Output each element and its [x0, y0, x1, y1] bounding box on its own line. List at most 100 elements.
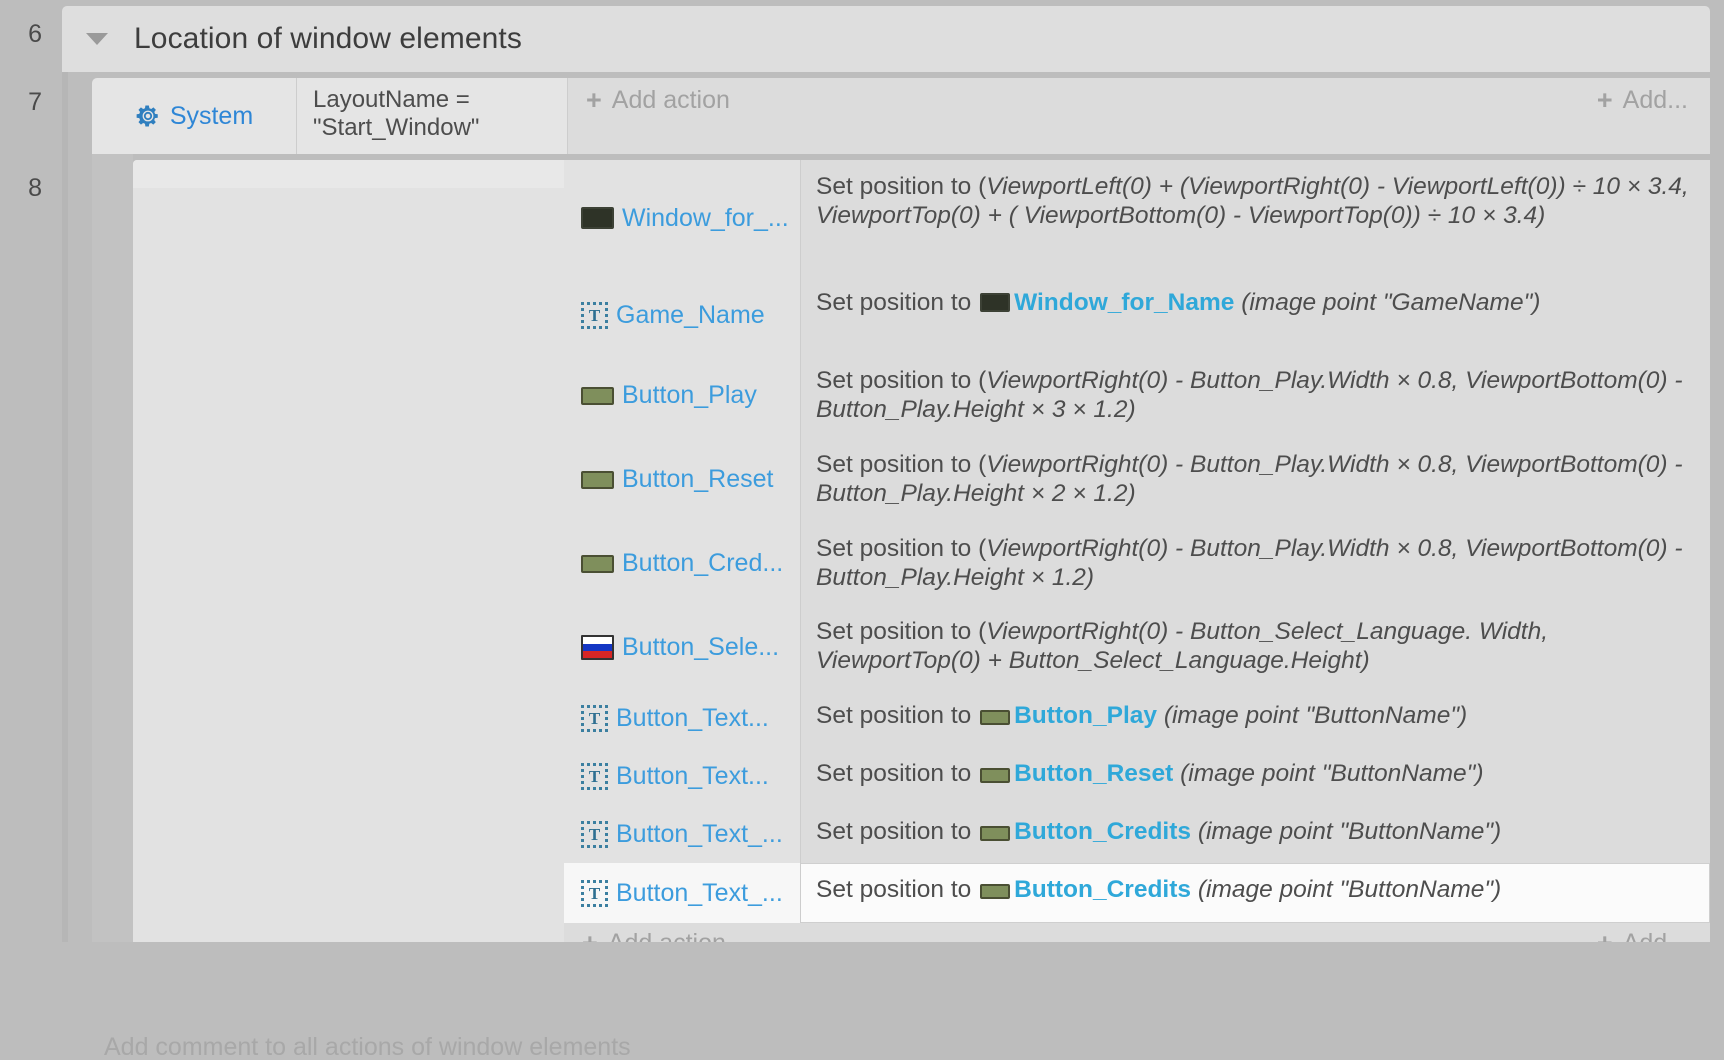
row-number-7: 7: [28, 88, 42, 116]
button-sprite-icon: [980, 710, 1011, 726]
group-header[interactable]: Location of window elements: [62, 6, 1710, 72]
action-text-lead: Set position to: [816, 876, 979, 904]
action-description[interactable]: Set position to (ViewportRight(0) - Butt…: [801, 522, 1710, 606]
event-sheet-editor: 6 7 8 Location of window elements System…: [0, 0, 1724, 1060]
action-object-reference[interactable]: Button_Credits: [1014, 876, 1191, 903]
action-text-tail: (image point "ButtonName"): [1191, 876, 1502, 904]
action-row[interactable]: Window_for_... Set position to (ViewportL…: [564, 160, 1710, 276]
add-action-label: Add action: [611, 86, 730, 114]
action-text-lead: Set position to (: [816, 534, 987, 562]
button-sprite-icon: [581, 554, 614, 573]
text-object-icon: T: [581, 879, 608, 907]
action-description[interactable]: Set position to Button_Credits (image po…: [801, 863, 1710, 923]
action-object[interactable]: Button_Reset: [564, 437, 801, 522]
action-object-name: Button_Text_...: [616, 819, 783, 848]
action-description[interactable]: Set position to Window_for_Name (image p…: [801, 276, 1710, 354]
indent-rail-event: [92, 154, 133, 942]
action-object-name: Window_for_...: [622, 203, 789, 232]
action-row[interactable]: T Game_Name Set position to Window_for_Nam…: [564, 276, 1710, 354]
gear-icon: [136, 105, 158, 127]
condition-object-name: System: [169, 101, 254, 130]
action-object-name: Button_Reset: [622, 465, 774, 494]
group-title: Location of window elements: [134, 22, 522, 55]
action-text-tail: (image point "ButtonName"): [1157, 702, 1468, 730]
action-row[interactable]: Button_Cred... Set position to (ViewportR…: [564, 521, 1710, 606]
action-object-name: Button_Sele...: [622, 632, 780, 661]
action-object-name: Button_Text...: [616, 761, 769, 790]
action-text-lead: Set position to: [816, 702, 979, 730]
bottom-hint-text: Add comment to all actions of window ele…: [104, 1033, 631, 1060]
action-text-lead: Set position to: [816, 289, 979, 316]
action-object[interactable]: Button_Sele...: [564, 605, 801, 690]
action-description[interactable]: Set position to Button_Play (image point…: [801, 689, 1710, 747]
window-sprite-icon: [581, 207, 614, 229]
row-number-8: 8: [28, 174, 42, 202]
action-text-lead: Set position to (: [816, 450, 987, 478]
action-object[interactable]: T Game_Name: [564, 276, 801, 354]
action-text-tail: (image point "GameName"): [1234, 289, 1541, 316]
action-object-name: Button_Play: [622, 381, 757, 410]
text-object-icon: T: [581, 762, 608, 790]
add-button[interactable]: + Add...: [1597, 86, 1688, 115]
row-number-6: 6: [28, 20, 42, 48]
button-sprite-icon: [581, 470, 614, 489]
russian-flag-icon: [581, 634, 614, 660]
action-object[interactable]: Button_Cred...: [564, 521, 801, 606]
action-row[interactable]: Button_Sele... Set position to (ViewportR…: [564, 605, 1710, 690]
action-text-lead: Set position to: [816, 760, 979, 788]
action-object-name: Button_Cred...: [622, 549, 784, 578]
group-collapse-icon[interactable]: [86, 33, 108, 45]
condition-object[interactable]: System: [92, 78, 297, 154]
action-row[interactable]: T Button_Text... Set position to Button_Re…: [564, 747, 1710, 806]
action-description[interactable]: Set position to (ViewportRight(0) - Butt…: [801, 605, 1710, 689]
window-sprite-icon: [980, 293, 1011, 312]
action-object[interactable]: Button_Play: [564, 354, 801, 438]
action-object[interactable]: T Button_Text_...: [564, 863, 801, 924]
action-object-name: Button_Text_...: [616, 878, 783, 907]
button-sprite-icon: [980, 768, 1011, 784]
button-sprite-icon: [980, 826, 1011, 842]
action-text-lead: Set position to (: [816, 173, 987, 200]
action-text-tail: (image point "ButtonName"): [1173, 760, 1484, 788]
add-action-button[interactable]: + Add action: [586, 86, 730, 115]
action-description[interactable]: Set position to (ViewportRight(0) - Butt…: [801, 438, 1710, 522]
row-number-gutter: 6 7 8: [0, 0, 62, 1060]
action-object-name: Button_Text...: [616, 703, 769, 732]
text-object-icon: T: [581, 820, 608, 848]
action-description[interactable]: Set position to Button_Reset (image poin…: [801, 747, 1710, 805]
action-row[interactable]: Button_Reset Set position to (ViewportRig…: [564, 437, 1710, 522]
action-description[interactable]: Set position to (ViewportLeft(0) + (View…: [801, 160, 1710, 276]
action-object-reference[interactable]: Button_Play: [1014, 702, 1157, 729]
sub-event-top-strip: [133, 160, 567, 188]
action-object-reference[interactable]: Button_Reset: [1014, 760, 1173, 787]
plus-icon: +: [586, 85, 602, 115]
condition-row[interactable]: System LayoutName = "Start_Window" + Add…: [92, 78, 1710, 154]
action-text-lead: Set position to: [816, 818, 979, 846]
action-object[interactable]: T Button_Text...: [564, 747, 801, 806]
button-sprite-icon: [980, 884, 1011, 900]
action-description[interactable]: Set position to Button_Credits (image po…: [801, 805, 1710, 863]
action-list: Window_for_... Set position to (ViewportL…: [564, 160, 1710, 924]
action-object-reference[interactable]: Button_Credits: [1014, 818, 1191, 845]
action-object-reference[interactable]: Window_for_Name: [1014, 289, 1234, 316]
action-object[interactable]: T Button_Text_...: [564, 805, 801, 864]
indent-rail-group: [62, 72, 68, 942]
action-row[interactable]: T Button_Text_... Set position to Button_C…: [564, 863, 1710, 924]
action-row[interactable]: T Button_Text... Set position to Button_Pl…: [564, 689, 1710, 748]
text-object-icon: T: [581, 704, 608, 732]
action-object-name: Game_Name: [616, 300, 765, 329]
action-object[interactable]: Window_for_...: [564, 160, 801, 276]
text-object-icon: T: [581, 301, 608, 329]
action-row[interactable]: Button_Play Set position to (ViewportRigh…: [564, 354, 1710, 438]
action-object[interactable]: T Button_Text...: [564, 689, 801, 748]
condition-parameters[interactable]: LayoutName = "Start_Window": [297, 78, 567, 154]
plus-icon: +: [1596, 85, 1613, 115]
event-action-area: + Add action + Add...: [567, 78, 1710, 154]
sub-event-body: Window_for_... Set position to (ViewportL…: [133, 160, 1710, 975]
action-text-lead: Set position to (: [816, 618, 987, 646]
action-description[interactable]: Set position to (ViewportRight(0) - Butt…: [801, 354, 1710, 438]
action-row[interactable]: T Button_Text_... Set position to Button_C…: [564, 805, 1710, 864]
add-label: Add...: [1622, 86, 1688, 114]
button-sprite-icon: [581, 386, 614, 405]
event-row: System LayoutName = "Start_Window" + Add…: [92, 78, 1710, 154]
